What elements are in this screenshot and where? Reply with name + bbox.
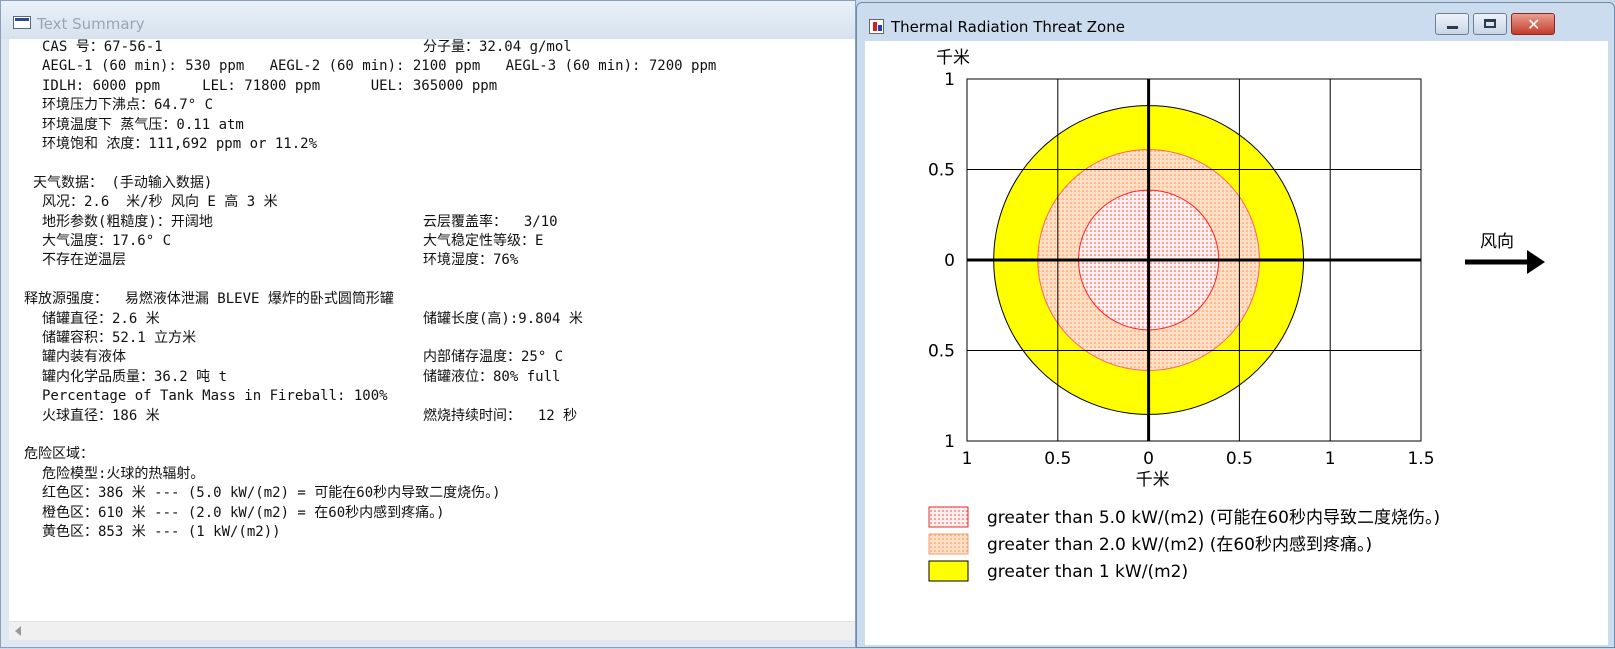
summary-line: AEGL-1 (60 min): 530 ppm AEGL-2 (60 min)… [42,58,716,74]
summary-line-text: Percentage of Tank Mass in Fireball: 100… [42,388,388,405]
summary-line: 罐内化学品质量：36.2 吨 t [42,369,227,385]
summary-line-value: 内部储存温度：25° C [423,349,564,366]
x-tick-label: 1 [962,449,973,469]
summary-line: 风况：2.6 米/秒 风向 E 高 3 米 [42,194,278,210]
summary-line-text: 黄色区：853 米 --- (1 kW/(m2)) [42,524,281,540]
summary-line-value: 分子量：32.04 g/mol [423,39,572,55]
plot-area: 1 0.5 0 0.5 1 1.5 1 0.5 0 0.5 1 千米 千米 风向 greater than … [865,41,1608,645]
y-tick-label: 0 [944,251,955,271]
summary-line-text: 红色区：386 米 --- (5.0 kW/(m2) = 可能在60秒内导致二度… [42,485,501,502]
summary-line-text: 风况：2.6 米/秒 风向 E 高 3 米 [42,194,278,211]
x-tick-label: 0.5 [1044,449,1071,469]
y-tick-label: 0.5 [928,161,955,181]
maximize-button[interactable] [1473,13,1507,35]
summary-line-value: 储罐液位：80% full [423,368,561,385]
legend-label: greater than 1 kW/(m2) [987,562,1188,582]
summary-line-text: 地形参数(粗糙度)：开阔地 [42,213,213,230]
window-title: Thermal Radiation Threat Zone [891,18,1125,36]
summary-line: 橙色区：610 米 --- (2.0 kW/(m2) = 在60秒内感到疼痛。) [42,505,445,521]
x-tick-label: 1.5 [1407,449,1434,469]
summary-text-area[interactable]: CAS 号：67-56-1 分子量：32.04 g/mol AEGL-1 (60 m… [9,39,855,621]
x-tick-label: 0.5 [1226,449,1253,469]
legend-label: greater than 5.0 kW/(m2) (可能在60秒内导致二度烧伤。… [987,508,1440,528]
summary-line-text: 大气温度：17.6° C [42,233,172,249]
summary-line-text: 罐内装有液体 [42,349,126,366]
wind-arrow-icon [1527,250,1545,274]
summary-line-text: IDLH: 6000 ppm LEL: 71800 ppm UEL: 36500… [42,77,498,94]
summary-line-text: 橙色区：610 米 --- (2.0 kW/(m2) = 在60秒内感到疼痛。) [42,504,445,521]
legend-label: greater than 2.0 kW/(m2) (在60秒内感到疼痛。) [987,535,1372,555]
x-tick-label: 0 [1143,449,1154,469]
close-icon: ✕ [1527,15,1541,34]
wind-direction-label: 风向 [1480,232,1514,252]
summary-line: CAS 号：67-56-1 [42,39,163,55]
summary-line-text: 天气数据： (手动输入数据) [33,174,213,191]
title-bar[interactable]: Text Summary [1,1,855,39]
summary-line-text: 释放源强度： 易燃液体泄漏 BLEVE 爆炸的卧式圆筒形罐 [24,291,394,308]
summary-line: 天气数据： (手动输入数据) [33,175,212,191]
summary-line: 释放源强度： 易燃液体泄漏 BLEVE 爆炸的卧式圆筒形罐 [24,291,394,307]
summary-line: 储罐容积：52.1 立方米 [42,330,196,346]
maximize-icon [1484,19,1496,28]
scroll-left-arrow-icon[interactable] [15,626,21,636]
x-tick-label: 1 [1325,449,1336,469]
summary-line-value: 云层覆盖率： 3/10 [423,213,558,230]
summary-line: 环境温度下 蒸气压：0.11 atm [42,117,244,133]
y-axis-label: 千米 [936,48,970,68]
summary-line-text: 火球直径：186 米 [42,407,160,424]
summary-line-value: 环境湿度：76% [423,252,519,269]
summary-line-value: 储罐长度(高):9.804 米 [423,310,583,327]
summary-line: 危险区域： [24,446,94,462]
x-axis-label: 千米 [1136,470,1170,490]
close-button[interactable]: ✕ [1511,13,1555,35]
summary-line: 罐内装有液体 [42,349,126,365]
summary-line: 环境饱和 浓度：111,692 ppm or 11.2% [42,136,317,152]
legend-swatch-red [928,506,969,528]
y-tick-label: 1 [944,432,955,452]
legend-swatch-orange [928,533,969,555]
summary-line: 环境压力下沸点：64.7° C [42,97,213,113]
summary-line: 大气温度：17.6° C [42,233,171,249]
summary-line-text: 危险区域： [24,446,94,463]
summary-line-text: CAS 号：67-56-1 [42,39,163,55]
summary-line-text: 环境饱和 浓度：111,692 ppm or 11.2% [42,136,318,152]
summary-line: 危险模型:火球的热辐射。 [42,466,204,482]
window-system-icon[interactable] [13,16,31,29]
summary-line-value: 燃烧持续时间： 12 秒 [423,407,578,424]
summary-line: 火球直径：186 米 [42,408,160,424]
legend-swatch-yellow [928,560,969,582]
y-tick-label: 1 [944,70,955,90]
summary-line-text: 储罐直径：2.6 米 [42,310,160,327]
threat-zone-chart: 1 0.5 0 0.5 1 1.510.500.51千米千米风向greater than … [928,48,1545,582]
summary-line: Percentage of Tank Mass in Fireball: 100… [42,388,388,404]
summary-line-text: 危险模型:火球的热辐射。 [42,465,205,482]
summary-line-text: 罐内化学品质量：36.2 吨 t [42,368,228,385]
y-tick-label: 0.5 [928,342,955,362]
summary-line: 黄色区：853 米 --- (1 kW/(m2)) [42,524,281,540]
summary-line: 地形参数(粗糙度)：开阔地 [42,214,213,230]
summary-line-text: AEGL-1 (60 min): 530 ppm AEGL-2 (60 min)… [42,58,717,75]
summary-line-text: 环境温度下 蒸气压：0.11 atm [42,116,244,133]
summary-line-text: 储罐容积：52.1 立方米 [42,330,197,346]
summary-line-text: 环境压力下沸点：64.7° C [42,97,214,114]
threat-zone-window[interactable]: Thermal Radiation Threat Zone ✕ 1 0.5 0 0.5… [856,2,1615,648]
summary-line-value: 大气稳定性等级：E [423,233,544,249]
window-title: Text Summary [37,15,145,33]
minimize-button[interactable] [1435,13,1469,35]
summary-line-text: 不存在逆温层 [42,252,126,269]
summary-line: 不存在逆温层 [42,252,126,268]
minimize-icon [1447,26,1458,29]
text-summary-window[interactable]: Text Summary CAS 号：67-56-1 分子量：32.04 g/mo… [0,0,856,648]
summary-line: IDLH: 6000 ppm LEL: 71800 ppm UEL: 36500… [42,78,497,94]
summary-line: 红色区：386 米 --- (5.0 kW/(m2) = 可能在60秒内导致二度… [42,485,501,501]
summary-line: 储罐直径：2.6 米 [42,311,160,327]
horizontal-scrollbar[interactable] [9,621,855,640]
app-icon[interactable] [869,19,884,34]
